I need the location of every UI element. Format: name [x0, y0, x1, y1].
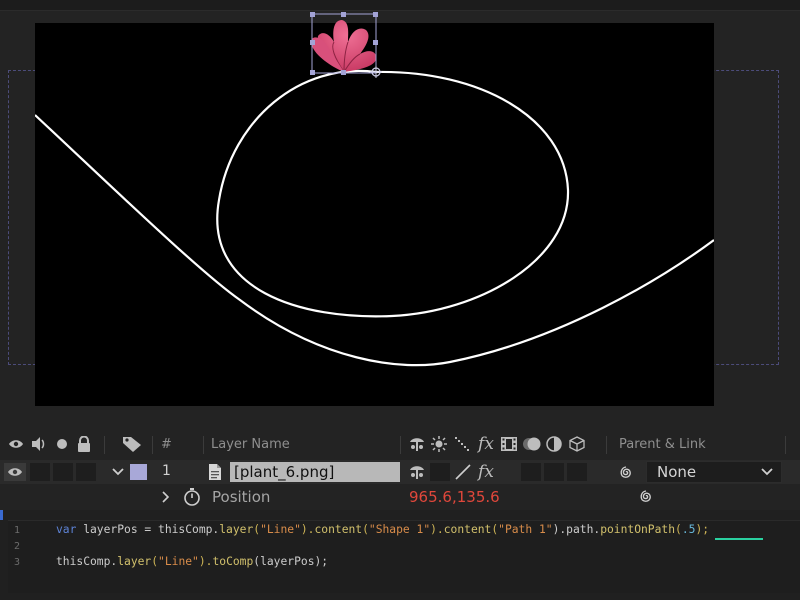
- code-token: thisComp.: [56, 555, 118, 568]
- expression-line-1[interactable]: var layerPos = thisComp.layer("Line").co…: [56, 523, 709, 536]
- code-token: ).: [430, 523, 444, 536]
- expression-editor[interactable]: 1 2 3 var layerPos = thisComp.layer("Lin…: [8, 520, 800, 593]
- code-token: (layerPos);: [253, 555, 329, 568]
- parent-dropdown[interactable]: None: [646, 461, 782, 483]
- expression-marker: [0, 510, 3, 520]
- fx-icon[interactable]: fx: [476, 434, 496, 454]
- code-token: );: [695, 523, 710, 536]
- canvas-overlay: [35, 12, 714, 367]
- cube-icon[interactable]: [569, 436, 585, 452]
- code-token: pointOnPath: [600, 523, 676, 536]
- code-token: "Line": [158, 555, 199, 568]
- label-color-swatch[interactable]: [130, 464, 147, 480]
- header-divider: [152, 436, 153, 454]
- layer-number-header: #: [161, 437, 172, 452]
- parent-link-header[interactable]: Parent & Link: [619, 437, 706, 452]
- shy-icon[interactable]: [408, 464, 426, 480]
- position-x-value[interactable]: 965.6: [409, 488, 452, 506]
- line-number-gutter: 1 2 3: [8, 521, 48, 593]
- parent-dropdown-value: None: [657, 463, 697, 481]
- header-divider: [400, 436, 401, 454]
- header-divider: [203, 436, 204, 454]
- shy-icon[interactable]: [408, 436, 426, 452]
- motion-blur-icon[interactable]: [522, 435, 542, 453]
- chevron-right-icon[interactable]: [160, 490, 172, 504]
- code-token: (: [675, 523, 682, 536]
- layer-number: 1: [162, 463, 171, 479]
- chevron-down-icon[interactable]: [110, 465, 126, 479]
- collapse-switch[interactable]: [430, 463, 450, 481]
- fx-icon[interactable]: fx: [476, 462, 496, 482]
- adjustment-icon[interactable]: [546, 436, 562, 452]
- code-token: "Shape 1": [368, 523, 431, 536]
- frame-blend-switch[interactable]: [521, 463, 541, 481]
- header-divider: [104, 436, 105, 454]
- code-token: "Path 1": [498, 523, 553, 536]
- code-token: ).path.: [552, 523, 601, 536]
- lock-toggle[interactable]: [76, 463, 96, 481]
- property-name: Position: [212, 488, 271, 506]
- layer-name-field[interactable]: [plant_6.png]: [230, 462, 400, 482]
- chevron-down-icon: [761, 467, 773, 477]
- tag-icon[interactable]: [122, 435, 142, 453]
- position-property-row[interactable]: Position 965.6,135.6: [0, 484, 800, 510]
- code-token: content: [443, 523, 492, 536]
- file-icon: [207, 463, 223, 481]
- motion-blur-switch[interactable]: [544, 463, 564, 481]
- timeline-header: # Layer Name fx Parent & Link: [0, 428, 800, 461]
- code-token: .5: [681, 523, 696, 536]
- stopwatch-icon[interactable]: [182, 487, 202, 507]
- eye-icon[interactable]: [8, 437, 24, 451]
- code-token: content: [314, 523, 363, 536]
- solo-dot-icon[interactable]: [55, 437, 69, 451]
- line-number: 3: [14, 557, 21, 568]
- position-value[interactable]: 965.6,135.6: [409, 488, 500, 506]
- film-icon[interactable]: [500, 436, 518, 452]
- layer-name-header[interactable]: Layer Name: [211, 437, 290, 452]
- position-y-value[interactable]: 135.6: [457, 488, 500, 506]
- eye-icon[interactable]: [7, 467, 23, 477]
- spiral-icon[interactable]: [617, 463, 635, 481]
- speaker-icon[interactable]: [30, 436, 48, 452]
- threed-switch[interactable]: [567, 463, 587, 481]
- code-token: "Line": [260, 523, 301, 536]
- code-token: toComp: [212, 555, 254, 568]
- code-token: ).: [300, 523, 315, 536]
- timeline-panel: # Layer Name fx Parent & Link 1 [plant_6…: [0, 428, 800, 600]
- code-token: layer: [219, 523, 254, 536]
- expression-line-3[interactable]: thisComp.layer("Line").toComp(layerPos);: [56, 555, 328, 568]
- layer-row[interactable]: 1 [plant_6.png] fx None: [0, 460, 800, 484]
- code-token: ).: [198, 555, 213, 568]
- line-number: 2: [14, 541, 21, 552]
- anchor-point-handle[interactable]: [370, 66, 382, 78]
- solo-toggle[interactable]: [53, 463, 73, 481]
- code-token: var: [56, 523, 77, 536]
- code-token: layerPos = thisComp.: [76, 523, 220, 536]
- spiral-icon[interactable]: [637, 487, 655, 505]
- expression-panel: 1 2 3 var layerPos = thisComp.layer("Lin…: [0, 510, 800, 600]
- audio-toggle[interactable]: [30, 463, 50, 481]
- line-number: 1: [14, 525, 21, 536]
- sun-icon[interactable]: [431, 436, 447, 452]
- composition-viewer[interactable]: [0, 0, 800, 428]
- code-token: layer: [117, 555, 152, 568]
- header-divider: [785, 436, 786, 454]
- header-divider: [606, 436, 607, 454]
- quality-slash-icon[interactable]: [454, 436, 470, 452]
- code-token: (: [362, 523, 369, 536]
- plant-layer-image[interactable]: [311, 20, 377, 73]
- highlight-underline: [715, 538, 763, 540]
- line-shape-path[interactable]: [35, 69, 714, 367]
- quality-slash-icon[interactable]: [454, 463, 472, 481]
- lock-icon[interactable]: [76, 435, 92, 452]
